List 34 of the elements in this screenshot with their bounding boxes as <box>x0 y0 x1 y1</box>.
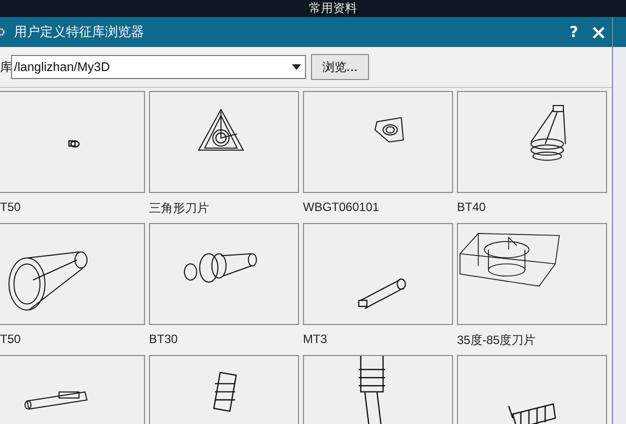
item-label: 三角形刀片 <box>149 200 209 217</box>
thumbnail-frame[interactable] <box>0 91 145 193</box>
cad-model-drawing <box>213 372 237 412</box>
cad-model-drawing <box>24 391 88 410</box>
close-button[interactable]: × <box>588 22 609 42</box>
thumbnail-frame[interactable] <box>457 223 607 325</box>
thumbnail-frame[interactable] <box>149 223 299 325</box>
browse-button[interactable]: 浏览... <box>311 54 369 80</box>
window-title: 常用资料 <box>309 1 357 15</box>
cad-model-drawing <box>530 105 566 161</box>
thumbnail-frame[interactable] <box>303 223 453 325</box>
item-label: 35度-85度刀片 <box>457 332 536 349</box>
item-label: BT40 <box>457 200 486 214</box>
cad-model-drawing <box>374 117 404 143</box>
thumbnail-frame[interactable] <box>149 91 299 193</box>
cad-model-drawing <box>508 403 556 424</box>
library-dropdown[interactable]: /langlizhan/My3D <box>11 55 306 79</box>
library-label: 库 <box>0 58 11 76</box>
dialog-title: 用户定义特征库浏览器 <box>14 24 144 41</box>
thumbnail-frame[interactable] <box>0 223 145 325</box>
help-button[interactable]: ? <box>568 23 580 41</box>
thumbnail-frame[interactable] <box>457 91 607 193</box>
item-label: WBGT060101 <box>303 200 380 214</box>
thumbnail-frame[interactable] <box>303 91 453 193</box>
item-label: T50 <box>0 200 21 214</box>
cad-model-drawing <box>358 356 386 424</box>
item-label: BT30 <box>149 332 178 346</box>
item-label: T50 <box>0 332 21 346</box>
cad-model-drawing <box>358 278 406 310</box>
cad-model-drawing <box>198 108 244 151</box>
item-label: MT3 <box>303 332 327 346</box>
caret-icon <box>292 64 301 70</box>
gear-icon <box>0 26 6 38</box>
cad-model-drawing <box>68 140 80 148</box>
